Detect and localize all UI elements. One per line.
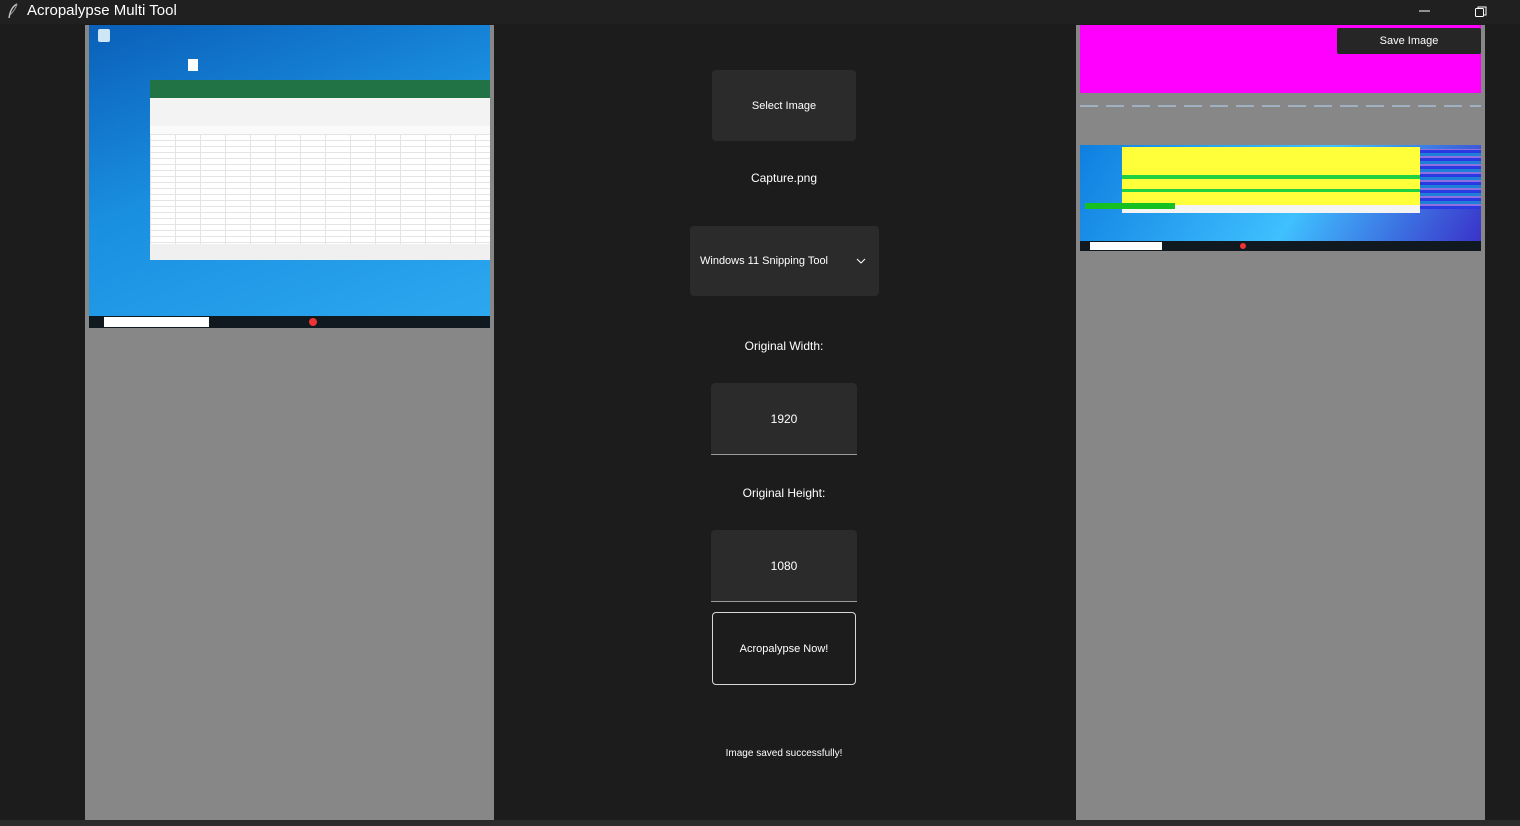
tool-select-value: Windows 11 Snipping Tool: [700, 255, 829, 267]
restore-button[interactable]: [1458, 0, 1504, 24]
original-width-input[interactable]: 1920: [711, 383, 857, 455]
restore-icon: [1475, 6, 1487, 17]
selected-file-name: Capture.png: [750, 171, 818, 185]
minimize-icon: [1419, 10, 1430, 12]
feather-icon: [8, 3, 18, 19]
title-bar: Acropalypse Multi Tool: [0, 0, 1520, 24]
original-width-label: Original Width:: [744, 339, 824, 353]
status-message: Image saved successfully!: [725, 748, 843, 759]
save-image-button[interactable]: Save Image: [1337, 28, 1481, 54]
original-height-value: 1080: [770, 558, 798, 573]
select-image-button[interactable]: Select Image: [712, 70, 856, 141]
excel-window: [150, 80, 490, 260]
recovered-image-panel: Save Image: [1076, 25, 1485, 820]
original-screenshot-preview: [89, 25, 490, 328]
original-width-value: 1920: [770, 411, 798, 426]
save-image-label: Save Image: [1379, 35, 1439, 47]
taskbar: [89, 316, 490, 328]
original-image-panel: [85, 25, 494, 820]
original-height-input[interactable]: 1080: [711, 530, 857, 602]
original-height-label: Original Height:: [742, 486, 826, 500]
acropalypse-now-label: Acropalypse Now!: [739, 642, 829, 655]
recycle-bin-icon: [98, 29, 110, 42]
file-icon: [188, 59, 198, 71]
window-bottom-edge: [0, 820, 1520, 826]
window-title: Acropalypse Multi Tool: [27, 2, 177, 19]
select-image-label: Select Image: [751, 99, 817, 112]
chevron-down-icon: [856, 258, 866, 264]
minimize-button[interactable]: [1402, 0, 1448, 24]
tool-select[interactable]: Windows 11 Snipping Tool: [690, 226, 879, 296]
acropalypse-now-button[interactable]: Acropalypse Now!: [712, 612, 856, 685]
recovered-image-preview: Save Image: [1080, 25, 1481, 251]
